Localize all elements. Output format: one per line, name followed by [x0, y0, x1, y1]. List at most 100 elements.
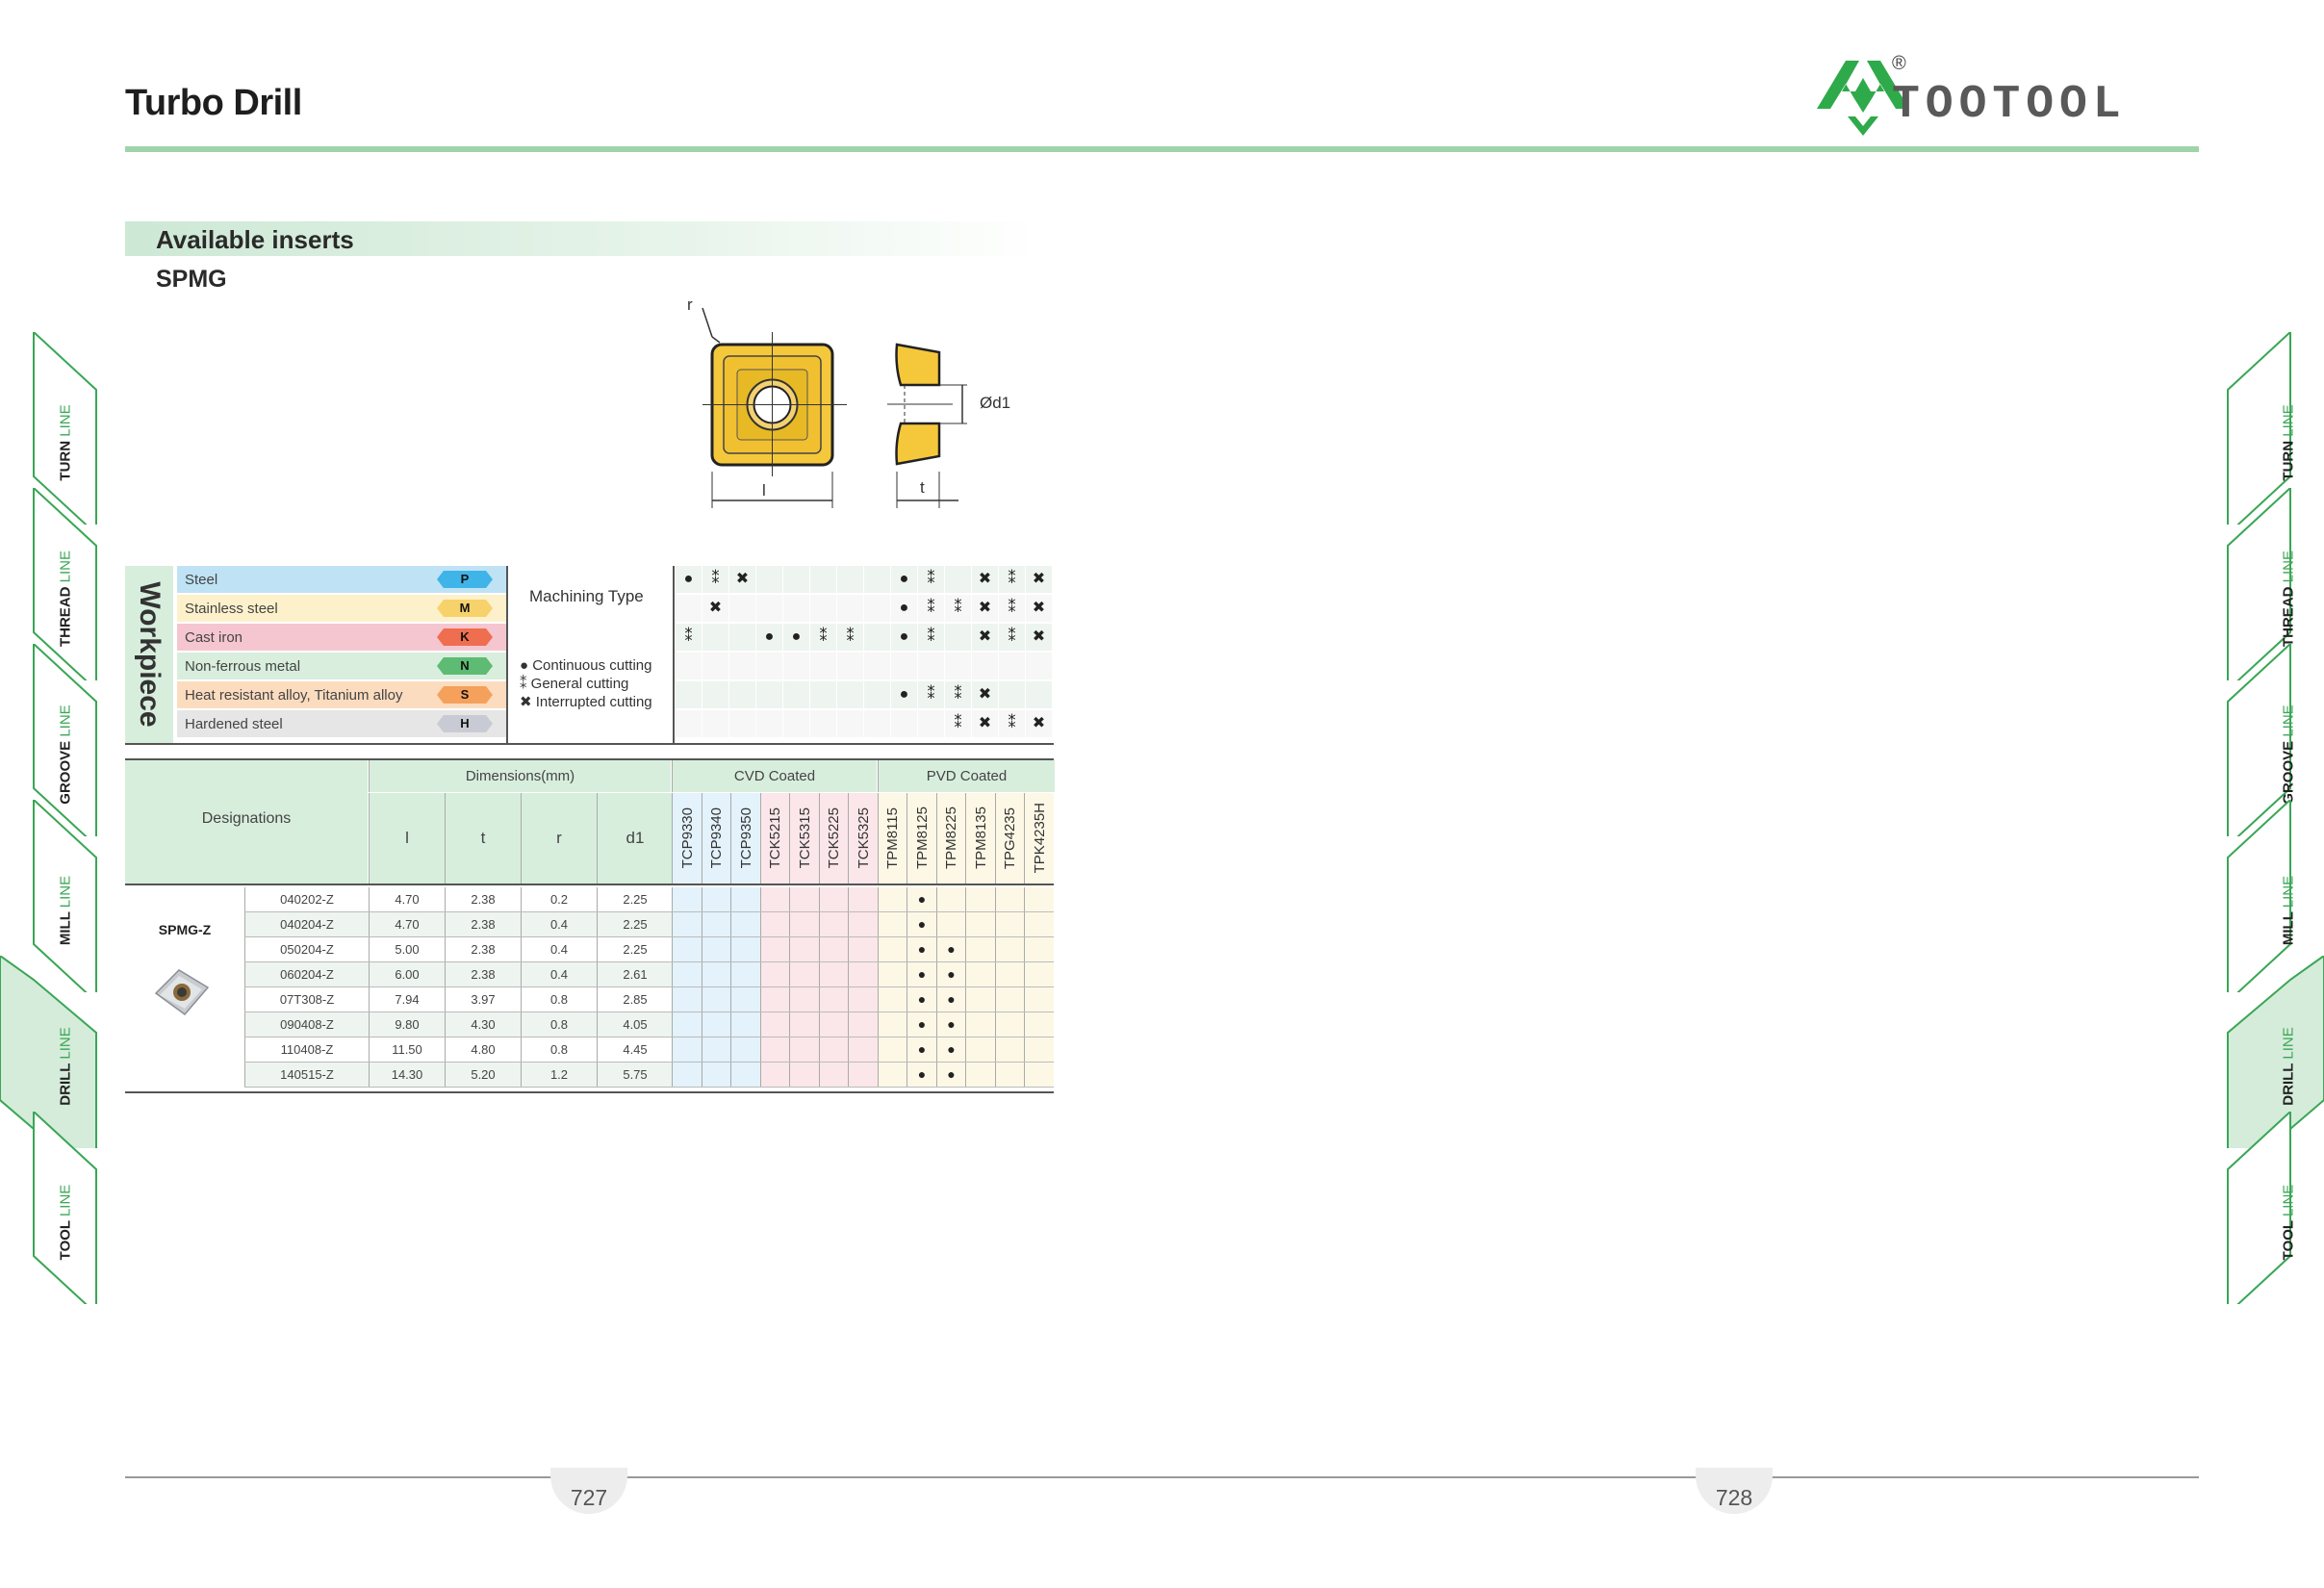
divider: [125, 884, 1054, 885]
table-row: 110408-Z 11.50 4.80 0.8 4.45 ● ●: [244, 1037, 1054, 1063]
machining-mark: ⁑: [945, 681, 971, 708]
dimension-value-d1: 2.25: [597, 912, 673, 936]
legend-item: ⁑ General cutting: [520, 676, 629, 692]
machining-mark: ⁑: [999, 566, 1025, 593]
machining-mark: ⁑: [918, 624, 944, 651]
designation-code: 050204-Z: [244, 937, 369, 961]
side-tab-tool[interactable]: TOOL LINE: [2257, 1150, 2319, 1294]
workpiece-heading: Workpiece: [134, 581, 166, 728]
grade-header-tcp9330: TCP9330: [672, 793, 702, 884]
machining-mark: [702, 624, 728, 651]
dimension-value-l: 9.80: [369, 1012, 445, 1037]
grade-availability: [994, 1012, 1025, 1037]
grade-availability: ●: [907, 987, 936, 1012]
grade-availability: [759, 912, 790, 936]
machining-mark: [945, 624, 971, 651]
machining-mark: [783, 595, 809, 622]
tab-suffix-text: LINE: [57, 550, 73, 583]
designation-code: 140515-Z: [244, 1063, 369, 1087]
machining-mark: [918, 710, 944, 737]
grade-availability: [818, 962, 849, 986]
designation-code: 040202-Z: [244, 887, 369, 911]
grade-name: TCP9330: [678, 807, 696, 869]
tab-suffix-text: LINE: [2280, 404, 2296, 437]
grade-availability: [730, 1063, 760, 1087]
dimensions-label: Dimensions(mm): [465, 768, 575, 784]
grade-availability: [701, 1037, 731, 1062]
grade-availability: [672, 1012, 702, 1037]
machining-mark: [676, 710, 702, 737]
grade-availability: [672, 887, 702, 911]
material-row: Steel P: [177, 566, 506, 593]
pvd-label: PVD Coated: [926, 768, 1008, 784]
grade-availability: [701, 887, 731, 911]
machining-mark: ⁑: [810, 624, 836, 651]
designations-header: Designations: [125, 760, 368, 884]
side-tab-label: GROOVE LINE: [57, 704, 73, 804]
grade-availability: ●: [935, 1037, 966, 1062]
machining-mark: [972, 653, 998, 679]
grade-availability: [1024, 1063, 1054, 1087]
grade-availability: [877, 1012, 907, 1037]
designation-code: 060204-Z: [244, 962, 369, 986]
grade-availability: [994, 1063, 1025, 1087]
tab-suffix-text: LINE: [2280, 1027, 2296, 1060]
tab-suffix-text: LINE: [57, 1027, 73, 1060]
material-row: Stainless steel M: [177, 595, 506, 622]
workpiece-header-cell: Workpiece: [125, 566, 173, 743]
material-row: Cast iron K: [177, 624, 506, 651]
grade-availability: [877, 1063, 907, 1087]
tab-main-text: TURN: [57, 436, 73, 481]
grade-availability: [789, 887, 819, 911]
grade-availability: [994, 887, 1025, 911]
dimension-value-d1: 4.45: [597, 1037, 673, 1062]
table-row: 060204-Z 6.00 2.38 0.4 2.61 ● ●: [244, 962, 1054, 987]
tab-main-text: DRILL: [57, 1059, 73, 1106]
machining-mark: ⁑: [918, 595, 944, 622]
grade-availability: [672, 1037, 702, 1062]
grade-availability: [994, 912, 1025, 936]
dimension-value-r: 0.2: [521, 887, 597, 911]
dimension-columns: l t r d1: [369, 793, 673, 884]
grade-availability: [789, 1037, 819, 1062]
machining-mark: [756, 681, 782, 708]
material-name: Steel: [185, 572, 218, 588]
grade-availability: [759, 887, 790, 911]
dimension-value-l: 4.70: [369, 887, 445, 911]
page-title: Turbo Drill: [125, 83, 302, 123]
machining-mark: [837, 681, 863, 708]
machining-mark: ✖: [1026, 710, 1052, 737]
tab-suffix-text: LINE: [2280, 1184, 2296, 1217]
grade-availability: ●: [935, 1012, 966, 1037]
machining-mark: [810, 681, 836, 708]
dimension-value-l: 14.30: [369, 1063, 445, 1087]
iso-code-badge: S: [437, 686, 493, 704]
section-title: Available inserts: [156, 225, 354, 254]
table-row: 07T308-Z 7.94 3.97 0.8 2.85 ● ●: [244, 987, 1054, 1012]
side-tab-tool[interactable]: TOOL LINE: [34, 1150, 96, 1294]
dimension-value-t: 2.38: [445, 937, 521, 961]
machining-mark: [756, 566, 782, 593]
grade-availability: [848, 912, 878, 936]
side-tab-label: DRILL LINE: [57, 1027, 73, 1105]
machining-mark: [810, 595, 836, 622]
grade-availability: ●: [907, 937, 936, 961]
machining-mark: [837, 653, 863, 679]
machining-mark: [702, 681, 728, 708]
side-tab-label: THREAD LINE: [57, 551, 73, 647]
grade-availability: [759, 962, 790, 986]
grade-name: TPG4235: [1002, 807, 1018, 870]
dimension-value-d1: 2.25: [597, 887, 673, 911]
tab-main-text: THREAD: [57, 582, 73, 648]
dimension-value-t: 2.38: [445, 962, 521, 986]
machining-mark: [783, 653, 809, 679]
material-name: Heat resistant alloy, Titanium alloy: [185, 687, 403, 704]
tab-suffix-text: LINE: [57, 875, 73, 909]
cvd-header: CVD Coated: [672, 760, 877, 792]
side-tab-label: THREAD LINE: [2280, 551, 2296, 647]
grade-header-tpk4235h: TPK4235H: [1024, 793, 1054, 884]
table-row: 140515-Z 14.30 5.20 1.2 5.75 ● ●: [244, 1063, 1054, 1088]
grade-name: TCK5325: [855, 807, 872, 869]
grade-availability: [730, 1037, 760, 1062]
machining-mark: [729, 595, 755, 622]
